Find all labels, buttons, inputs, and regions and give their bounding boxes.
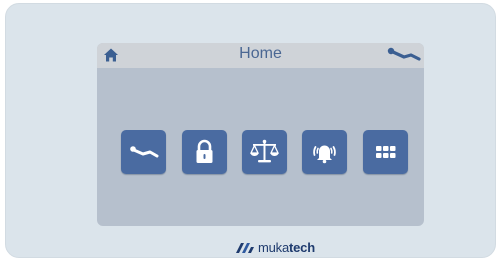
- menu-button[interactable]: [363, 130, 408, 174]
- lock-button[interactable]: [182, 130, 227, 174]
- function-tiles: [97, 130, 424, 175]
- recline-button[interactable]: [121, 130, 166, 174]
- scale-icon: [249, 139, 280, 163]
- grid-menu-icon: [376, 146, 396, 158]
- recline-status-icon: [387, 47, 421, 61]
- alarm-bell-icon: [313, 145, 336, 164]
- scale-button[interactable]: [242, 130, 287, 174]
- control-panel-device: Home mukatech: [5, 3, 496, 258]
- brand-logo-block: mukatech: [235, 239, 315, 255]
- touch-screen: Home: [97, 43, 424, 226]
- screen-header: Home: [97, 43, 424, 68]
- mukatech-logo-icon: [236, 243, 254, 253]
- brand-name-bold: tech: [289, 239, 315, 255]
- page-title: Home: [239, 45, 282, 62]
- recline-icon: [130, 146, 159, 158]
- alarm-button[interactable]: [302, 130, 347, 174]
- brand-name-light: muka: [258, 239, 289, 255]
- brand-name: mukatech: [258, 240, 315, 255]
- lock-icon: [196, 139, 213, 163]
